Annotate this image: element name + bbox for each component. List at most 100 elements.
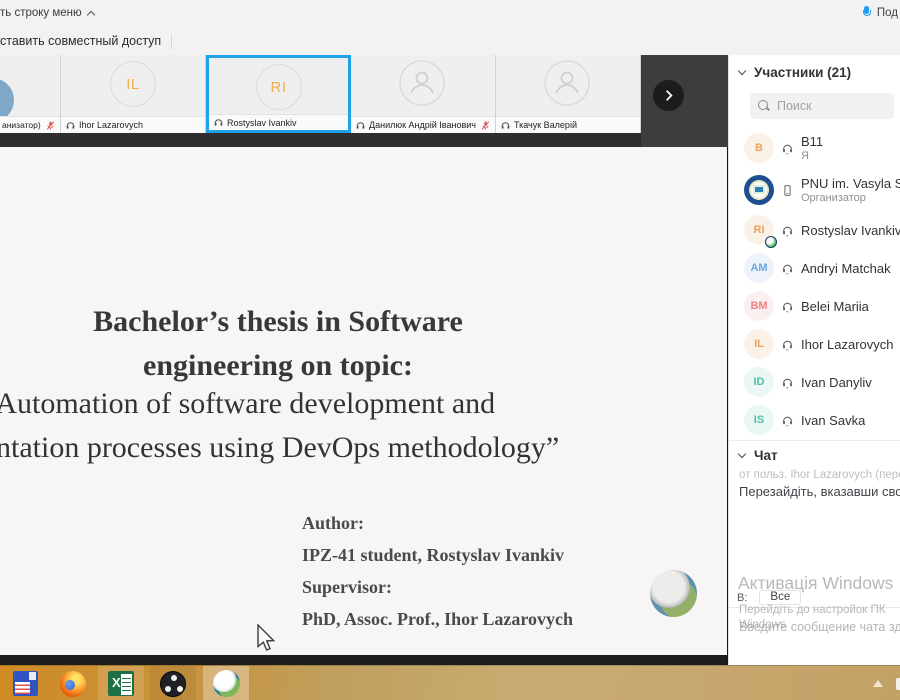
menu-bar: ставить совместный доступ xyxy=(0,27,900,55)
chat-header-label: Чат xyxy=(754,448,778,463)
chat-panel-header[interactable]: Чат xyxy=(739,448,778,463)
participant-avatar: ID xyxy=(744,367,774,397)
participants-list: B xyxy=(729,127,900,439)
participant-role: Организатор xyxy=(801,192,900,204)
chevron-up-icon xyxy=(86,10,94,18)
participant-name: Andryi Matchak xyxy=(801,261,891,276)
participant-row[interactable]: AM xyxy=(729,249,900,287)
slide-title-line1: Bachelor’s thesis in Software xyxy=(0,300,556,344)
floppy-disk-icon xyxy=(13,671,38,696)
taskbar-excel-button[interactable] xyxy=(98,666,144,700)
participant-name: Rostyslav Ivankiv xyxy=(801,223,900,238)
tile-name-bar: Данилюк Андрій Іванович xyxy=(351,116,495,133)
participant-name: Ivan Danyliv xyxy=(801,375,872,390)
tile-participant-name: Ihor Lazarovych xyxy=(79,120,143,130)
headset-icon xyxy=(355,120,366,131)
chat-recipient-row: В: Все xyxy=(737,590,801,605)
supervisor-label: Supervisor: xyxy=(302,571,573,603)
tile-name-bar: анизатор) xyxy=(0,116,60,133)
collapse-menu-control[interactable]: ть строку меню xyxy=(0,7,94,19)
firefox-icon xyxy=(60,671,86,697)
video-tile[interactable]: IL xyxy=(61,55,206,133)
participant-row[interactable]: BM xyxy=(729,287,900,325)
participant-avatar: IL xyxy=(110,61,156,107)
participants-header-label: Участники (21) xyxy=(754,65,851,80)
participant-avatar xyxy=(744,175,774,205)
participant-avatar: IL xyxy=(744,329,774,359)
slide-author-block: Author: IPZ-41 student, Rostyslav Ivanki… xyxy=(302,507,573,635)
window-bottom-strip xyxy=(0,655,727,665)
slide-topic-line2: ntation processes using DevOps methodolo… xyxy=(0,431,559,465)
mobile-device-icon xyxy=(781,184,794,197)
obs-icon xyxy=(160,671,186,697)
recipient-dropdown[interactable]: Все xyxy=(759,590,801,605)
person-icon xyxy=(398,59,446,107)
participant-name: Ihor Lazarovych xyxy=(801,337,894,352)
taskbar-obs-button[interactable] xyxy=(150,666,196,700)
participant-name: B11 xyxy=(801,134,823,149)
chat-message-meta: от польз. Ihor Lazarovych (персональное) xyxy=(739,469,900,481)
taskbar-webex-button[interactable] xyxy=(203,666,249,700)
chevron-down-icon xyxy=(738,67,746,75)
slide-title-line2: engineering on topic: xyxy=(0,344,556,388)
taskbar-firefox-button[interactable] xyxy=(50,666,96,700)
tile-participant-name: анизатор) xyxy=(2,120,41,130)
audio-status[interactable]: Под xyxy=(863,6,898,19)
panel-divider xyxy=(729,440,900,441)
supervisor-value: PhD, Assoc. Prof., Ihor Lazarovych xyxy=(302,603,573,635)
meeting-side-panel: Участники (21) Поиск B xyxy=(728,55,900,665)
video-tile[interactable]: Ткачук Валерій xyxy=(496,55,641,133)
video-filmstrip: анизатор) xyxy=(0,55,728,147)
participant-name: Belei Mariia xyxy=(801,299,869,314)
video-tile[interactable]: анизатор) xyxy=(0,55,61,133)
participant-name: Ivan Savka xyxy=(801,413,865,428)
participant-search-input[interactable]: Поиск xyxy=(750,93,894,119)
tile-participant-name: Ткачук Валерій xyxy=(514,120,577,130)
participant-row[interactable]: IS xyxy=(729,401,900,439)
participant-row[interactable]: B xyxy=(729,127,900,169)
video-tile[interactable]: Данилюк Андрій Іванович xyxy=(351,55,496,133)
collapse-menu-label: ть строку меню xyxy=(0,7,82,19)
headset-icon xyxy=(500,120,511,131)
author-label: Author: xyxy=(302,507,573,539)
participant-name: PNU im. Vasyla Stefanyka xyxy=(801,176,900,191)
headset-icon xyxy=(781,300,794,313)
show-hidden-icons-arrow[interactable] xyxy=(873,680,883,687)
excel-icon xyxy=(108,671,134,696)
chevron-down-icon xyxy=(738,450,746,458)
headset-icon xyxy=(781,414,794,427)
headset-icon xyxy=(781,142,794,155)
windows-activation-watermark-line3: Windows xyxy=(739,619,786,631)
tray-icon-partial xyxy=(896,678,900,690)
taskbar-save-app-button[interactable] xyxy=(2,666,48,700)
headset-icon xyxy=(781,224,794,237)
participant-row[interactable]: PNU im. Vasyla Stefanyka Организатор xyxy=(729,169,900,211)
headset-icon xyxy=(65,120,76,131)
windows-taskbar xyxy=(0,665,900,700)
screen-share-badge xyxy=(765,236,777,248)
participant-avatar: IS xyxy=(744,405,774,435)
participant-row[interactable]: IL xyxy=(729,325,900,363)
participant-avatar: B xyxy=(744,133,774,163)
pnu-logo-icon xyxy=(744,175,774,205)
headset-icon xyxy=(781,262,794,275)
participant-row[interactable]: RI xyxy=(729,211,900,249)
menu-item-share[interactable]: ставить совместный доступ xyxy=(0,34,161,48)
video-tile[interactable]: RI xyxy=(206,55,351,133)
participant-row[interactable]: ID xyxy=(729,363,900,401)
webex-meeting-window: ть строку меню Под ставить совместный до… xyxy=(0,0,900,700)
author-value: IPZ-41 student, Rostyslav Ivankiv xyxy=(302,539,573,571)
slide-topic-line1: “Automation of software development and xyxy=(0,387,495,421)
headset-icon xyxy=(781,338,794,351)
search-icon xyxy=(758,100,770,112)
muted-mic-icon xyxy=(45,120,56,131)
recipient-label: В: xyxy=(737,592,747,604)
audio-status-label: Под xyxy=(877,7,898,19)
next-participants-button[interactable] xyxy=(653,80,684,111)
webex-icon xyxy=(213,670,240,697)
headset-icon xyxy=(781,376,794,389)
participants-panel-header[interactable]: Участники (21) xyxy=(739,65,851,80)
filmstrip-overflow-area xyxy=(641,55,728,147)
muted-mic-icon xyxy=(480,120,491,131)
menu-divider xyxy=(171,34,172,49)
